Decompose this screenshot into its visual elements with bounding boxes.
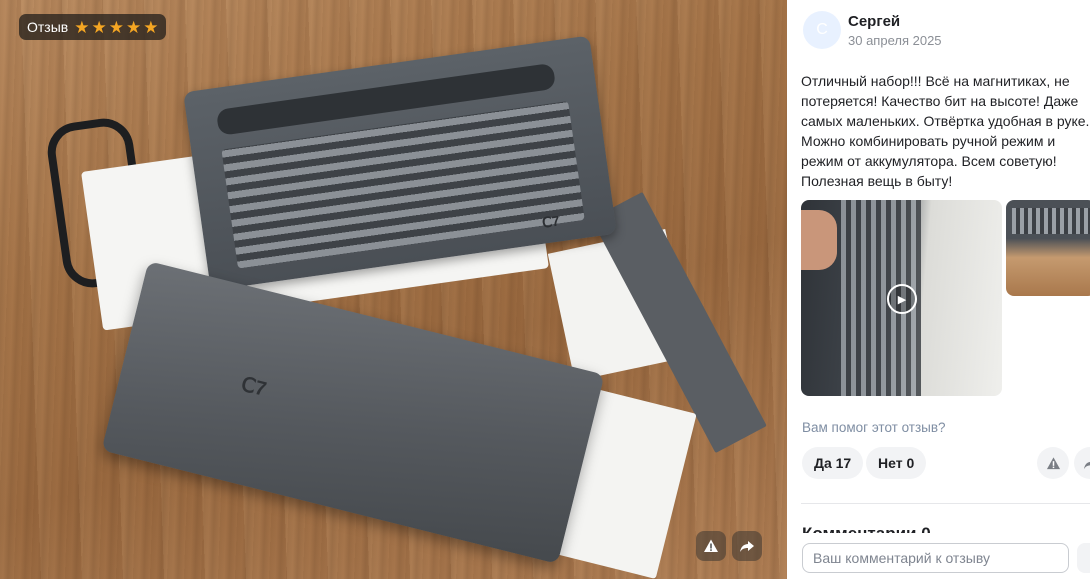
helpful-yes-button[interactable]: Да 17 xyxy=(802,447,864,479)
play-icon[interactable]: ▶ xyxy=(887,284,917,314)
comment-input[interactable] xyxy=(802,543,1069,573)
star-icon: ★ xyxy=(143,17,159,37)
share-button[interactable] xyxy=(1074,447,1090,479)
review-photo-thumbnail[interactable] xyxy=(1006,200,1090,296)
avatar: С xyxy=(803,11,841,49)
photo-report-button[interactable] xyxy=(696,531,726,561)
review-rating-badge: Отзыв ★ ★ ★ ★ ★ xyxy=(19,14,167,40)
star-icon: ★ xyxy=(108,17,124,37)
review-panel: С Сергей 30 апреля 2025 Отличный набор!!… xyxy=(787,0,1090,579)
divider xyxy=(801,503,1090,504)
star-icon: ★ xyxy=(125,17,142,37)
photo-share-button[interactable] xyxy=(732,531,762,561)
review-photo[interactable]: Ⅽ7 Ⅽ7 Отзыв ★ ★ ★ ★ ★ xyxy=(0,0,787,579)
share-arrow-icon xyxy=(1083,461,1090,469)
comments-title: Комментарии 0 xyxy=(802,523,931,533)
photo-frame-image xyxy=(1012,208,1090,234)
review-text: Отличный набор!!! Всё на магнитиках, не … xyxy=(801,73,1090,189)
share-arrow-icon xyxy=(740,541,754,552)
warning-icon xyxy=(1046,456,1060,469)
badge-label: Отзыв xyxy=(27,19,69,35)
box-lid-image: Ⅽ7 xyxy=(101,261,605,564)
star-icon: ★ xyxy=(91,17,107,37)
report-button[interactable] xyxy=(1037,447,1069,479)
helpful-no-button[interactable]: Нет 0 xyxy=(866,447,927,479)
tray-logo: Ⅽ7 xyxy=(541,212,561,231)
lid-logo: Ⅽ7 xyxy=(238,373,269,401)
author-name[interactable]: Сергей xyxy=(848,13,900,30)
video-frame-finger xyxy=(801,210,837,270)
rating-stars: ★ ★ ★ ★ ★ xyxy=(74,19,158,36)
helpful-question: Вам помог этот отзыв? xyxy=(802,420,946,435)
review-video-thumbnail[interactable]: ▶ xyxy=(801,200,1002,396)
review-date: 30 апреля 2025 xyxy=(848,33,942,48)
send-comment-button[interactable] xyxy=(1077,543,1090,573)
star-icon: ★ xyxy=(74,17,90,37)
warning-icon xyxy=(704,539,718,552)
